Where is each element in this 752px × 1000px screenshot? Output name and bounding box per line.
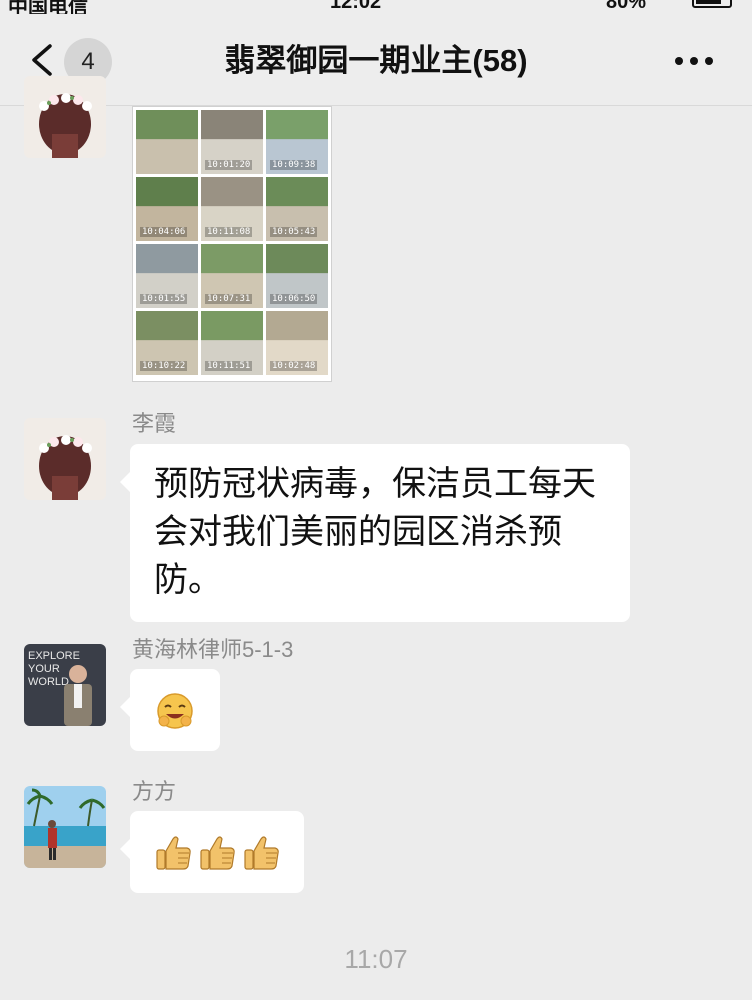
collage-photo[interactable]: 10:01:20 — [201, 110, 263, 174]
photo-collage-image[interactable]: 10:01:20 10:09:38 10:04:06 10:11:08 10:05:43… — [132, 106, 332, 382]
photo-timestamp: 10:02:48 — [270, 361, 318, 371]
collage-photo[interactable]: 10:11:51 — [201, 311, 263, 375]
photo-timestamp: 10:07:31 — [205, 294, 253, 304]
collage-photo[interactable]: 10:02:48 — [266, 311, 328, 375]
collage-photo[interactable]: 10:11:08 — [201, 177, 263, 241]
photo-timestamp: 10:04:06 — [140, 227, 188, 237]
chat-title: 翡翠御园一期业主(58) — [224, 43, 528, 78]
photo-timestamp: 10:10:22 — [140, 361, 188, 371]
collage-photo[interactable]: 10:07:31 — [201, 244, 263, 308]
thumbs-up-icon — [156, 836, 191, 870]
more-options-icon[interactable] — [674, 56, 714, 66]
battery-percent: 80% — [606, 0, 647, 13]
collage-photo[interactable]: 10:01:55 — [136, 244, 198, 308]
photo-timestamp: 10:01:20 — [205, 160, 253, 170]
avatar[interactable] — [24, 786, 106, 868]
photo-timestamp: 10:11:08 — [205, 227, 253, 237]
status-time: 12:02 — [330, 0, 382, 13]
sender-name: 李霞 — [132, 411, 177, 436]
message-bubble[interactable] — [120, 669, 220, 751]
avatar[interactable]: EXPLORE YOUR WORLD — [24, 644, 106, 726]
grin-emoji-icon — [157, 693, 193, 729]
status-bar: 中国电信 12:02 80% — [0, 0, 752, 14]
avatar-text: YOUR — [28, 663, 60, 675]
photo-timestamp: 10:06:50 — [270, 294, 318, 304]
avatar-text: WORLD — [28, 676, 69, 688]
thumbs-up-icon — [244, 836, 279, 870]
collage-photo[interactable]: 10:10:22 — [136, 311, 198, 375]
collage-photo[interactable]: 10:06:50 — [266, 244, 328, 308]
sender-name: 黄海林律师5-1-3 — [132, 637, 294, 662]
collage-photo[interactable]: 10:09:38 — [266, 110, 328, 174]
photo-timestamp: 10:11:51 — [205, 361, 253, 371]
battery-icon — [692, 0, 732, 8]
carrier-label: 中国电信 — [8, 0, 88, 14]
photo-timestamp: 10:05:43 — [270, 227, 318, 237]
avatar-text: EXPLORE — [28, 650, 80, 662]
avatar[interactable] — [24, 418, 106, 500]
message-bubble[interactable]: 预防冠状病毒，保洁员工每天会对我们美丽的园区消杀预防。 — [120, 444, 630, 622]
collage-photo[interactable] — [136, 110, 198, 174]
collage-photo[interactable]: 10:04:06 — [136, 177, 198, 241]
avatar[interactable] — [24, 76, 106, 158]
sender-name: 方方 — [132, 779, 177, 804]
back-icon[interactable] — [30, 44, 56, 76]
time-divider: 11:07 — [344, 944, 408, 974]
thumbs-up-icon — [200, 836, 235, 870]
chat-message-list[interactable]: 10:01:20 10:09:38 10:04:06 10:11:08 10:05:43… — [0, 76, 752, 1000]
message-text: 预防冠状病毒，保洁员工每天会对我们美丽的园区消杀预防。 — [154, 465, 596, 599]
photo-timestamp: 10:09:38 — [270, 160, 318, 170]
collage-photo[interactable]: 10:05:43 — [266, 177, 328, 241]
photo-timestamp: 10:01:55 — [140, 294, 188, 304]
message-bubble[interactable] — [120, 811, 304, 893]
chat-header: 4 翡翠御园一期业主(58) — [0, 14, 752, 106]
